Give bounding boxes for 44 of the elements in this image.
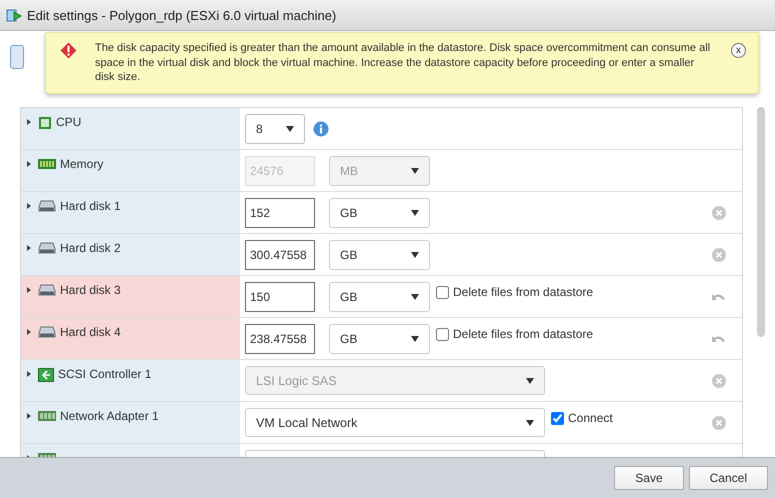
device-name: Hard disk 3 (60, 283, 121, 297)
checkbox-label[interactable]: Connect (568, 411, 613, 425)
close-button[interactable]: x (731, 43, 746, 58)
dialog-button[interactable]: Save (614, 466, 684, 490)
controller-icon (38, 368, 54, 382)
size-field[interactable]: 300.47558 (245, 240, 315, 270)
alert-message: The disk capacity specified is greater than the amount available in the datastore. Disk space overcommitment can consume all space in the virtual disk and block the virtual machine. Increase the datastore capacity before proceeding or enter a smaller disk size. (95, 41, 712, 84)
caret-icon (411, 252, 419, 258)
device-name: Hard disk 4 (60, 325, 121, 339)
device-name: Hard disk 1 (60, 199, 121, 213)
caret-icon (411, 294, 419, 300)
device-name: Network Adapter 1 (60, 409, 159, 423)
checkbox[interactable] (436, 286, 449, 298)
caret-icon (411, 210, 419, 216)
size-field[interactable]: 152 (245, 198, 315, 228)
size-field[interactable]: 238.47558 (245, 324, 315, 354)
device-name: CPU (56, 115, 82, 129)
memory-icon (38, 158, 56, 170)
checkbox-label[interactable]: Delete files from datastore (453, 327, 594, 341)
checkbox[interactable] (436, 328, 449, 340)
cpu-select[interactable]: 8 (245, 114, 305, 144)
unit-select[interactable]: GB (329, 282, 430, 312)
error-icon (60, 42, 77, 59)
dialog-button[interactable]: Cancel (688, 466, 768, 490)
caret-icon (526, 378, 534, 384)
checkbox-label[interactable]: Delete files from datastore (453, 285, 594, 299)
unit-select[interactable]: GB (329, 240, 430, 270)
virtual-machine-icon (6, 7, 22, 23)
caret-icon (411, 336, 419, 342)
dropdown[interactable]: VM Local Network (245, 408, 545, 437)
unit-select[interactable]: GB (329, 324, 430, 354)
checkbox[interactable] (551, 412, 564, 424)
chip-icon (38, 116, 52, 130)
info-icon[interactable] (313, 120, 329, 136)
caret-icon (411, 168, 419, 174)
caret-icon (526, 420, 534, 426)
device-name: Memory (60, 157, 104, 171)
caret-icon (286, 126, 294, 132)
unit-select[interactable]: GB (329, 198, 430, 228)
scrollbar[interactable] (757, 107, 765, 337)
device-name: SCSI Controller 1 (58, 367, 152, 381)
device-name: Hard disk 2 (60, 241, 121, 255)
window-title: Edit settings - Polygon_rdp (ESXi 6.0 virtual machine) (27, 8, 336, 22)
size-field[interactable]: 150 (245, 282, 315, 312)
